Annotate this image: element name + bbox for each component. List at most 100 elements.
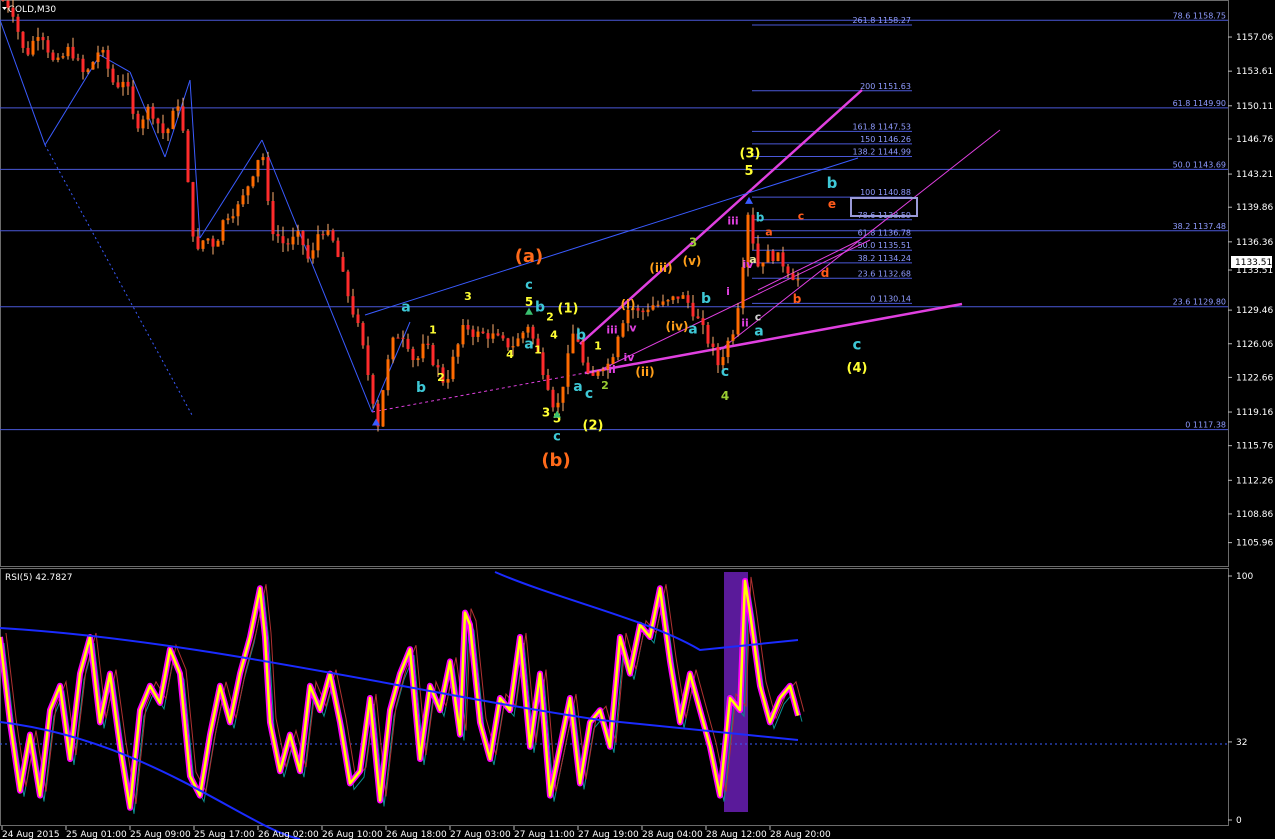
rsi-tick-label: 100 (1236, 572, 1253, 582)
fib-label: 50.0 1143.69 (1173, 160, 1226, 169)
candle-body (571, 333, 575, 354)
wave-label: a (688, 321, 697, 337)
wave-label: 3 (689, 235, 697, 249)
price-tick-label: 1153.61 (1236, 67, 1273, 77)
rsi-title: RSI(5) 42.7827 (5, 573, 72, 583)
candle-body (236, 204, 240, 217)
candle-body (681, 295, 685, 299)
price-tick-label: 1119.16 (1236, 408, 1273, 418)
price-tick-label: 1136.36 (1236, 238, 1273, 248)
candle-body (61, 56, 65, 58)
candle-body (41, 37, 45, 41)
wave-label: 5 (744, 164, 753, 179)
wave-label: (iii) (649, 261, 672, 275)
candle-body (596, 371, 600, 376)
fib-label: 23.6 1129.80 (1173, 298, 1226, 307)
candle-body (336, 240, 340, 257)
candle-body (16, 16, 20, 32)
candle-body (361, 323, 365, 346)
candle-body (171, 110, 175, 130)
time-tick-label: 26 Aug 10:00 (322, 830, 383, 839)
candle-body (151, 106, 155, 119)
wave-label: c (853, 335, 862, 353)
candle-body (306, 245, 310, 259)
candle-body (146, 106, 150, 120)
candle-body (396, 337, 400, 339)
wave-label: 1 (429, 323, 437, 336)
price-tick-label: 1122.66 (1236, 373, 1273, 383)
candle-body (401, 337, 405, 339)
candle-body (671, 296, 675, 301)
candle-body (786, 266, 790, 274)
candle-body (291, 236, 295, 245)
candle-body (796, 279, 800, 281)
candle-body (791, 273, 795, 280)
candle-body (31, 40, 35, 55)
time-tick-label: 28 Aug 20:00 (770, 830, 831, 839)
time-tick-label: 27 Aug 03:00 (450, 830, 511, 839)
candle-body (36, 37, 40, 41)
price-tick-label: 1126.06 (1236, 340, 1273, 350)
wave-label: b (416, 380, 426, 396)
candle-body (211, 238, 215, 247)
wave-label: (3) (740, 146, 761, 161)
wave-label: (ii) (635, 365, 654, 379)
candle-body (76, 58, 80, 60)
candle-body (111, 68, 115, 83)
candle-body (216, 240, 220, 247)
wave-label: c (721, 364, 729, 380)
candle-body (426, 343, 430, 345)
candle-body (161, 123, 165, 134)
candle-body (616, 336, 620, 358)
candle-body (11, 7, 15, 17)
candle-body (366, 345, 370, 376)
wave-label: (b) (541, 450, 570, 471)
candle-body (781, 252, 785, 267)
wave-label: iv (624, 351, 636, 364)
candle-body (736, 308, 740, 335)
wave-label: (1) (558, 302, 579, 317)
price-tick-label: 1108.86 (1236, 510, 1273, 520)
candle-body (451, 356, 455, 380)
candle-body (751, 214, 755, 244)
candle-body (196, 236, 200, 249)
candle-body (346, 271, 350, 297)
price-tick-label: 1112.26 (1236, 476, 1273, 486)
time-tick-label: 25 Aug 09:00 (130, 830, 191, 839)
candle-body (711, 343, 715, 347)
candle-body (21, 31, 25, 48)
candle-body (1, 0, 5, 1)
fib-label: 38.2 1137.48 (1173, 222, 1226, 231)
candle-body (636, 308, 640, 311)
wave-label: a (401, 300, 410, 316)
candle-body (726, 340, 730, 358)
wave-label: (i) (620, 298, 635, 312)
time-tick-label: 27 Aug 19:00 (578, 830, 639, 839)
wave-label: e (828, 197, 836, 211)
wave-label: iii (606, 323, 617, 336)
current-price-label: 1133.51 (1235, 258, 1272, 268)
wave-label: v (629, 321, 637, 334)
time-tick-label: 26 Aug 02:00 (258, 830, 319, 839)
candle-body (6, 0, 10, 8)
candle-body (166, 129, 170, 134)
candle-body (561, 386, 565, 403)
candle-body (601, 369, 605, 372)
wave-label: 2 (546, 311, 554, 324)
candle-body (416, 358, 420, 361)
candle-body (551, 389, 555, 408)
candle-body (436, 365, 440, 368)
candle-body (501, 335, 505, 339)
price-tick-label: 1157.06 (1236, 33, 1273, 43)
fib-label: 61.8 1136.78 (858, 229, 911, 238)
time-tick-label: 24 Aug 2015 (2, 830, 60, 839)
candle-body (181, 106, 185, 131)
price-tick-label: 1143.21 (1236, 170, 1273, 180)
wave-label: 3 (464, 290, 472, 303)
candle-body (691, 302, 695, 317)
candle-body (591, 372, 595, 376)
wave-label: i (726, 285, 730, 298)
wave-label: 4 (721, 389, 729, 403)
wave-label: ii (741, 317, 749, 330)
candle-body (286, 243, 290, 245)
